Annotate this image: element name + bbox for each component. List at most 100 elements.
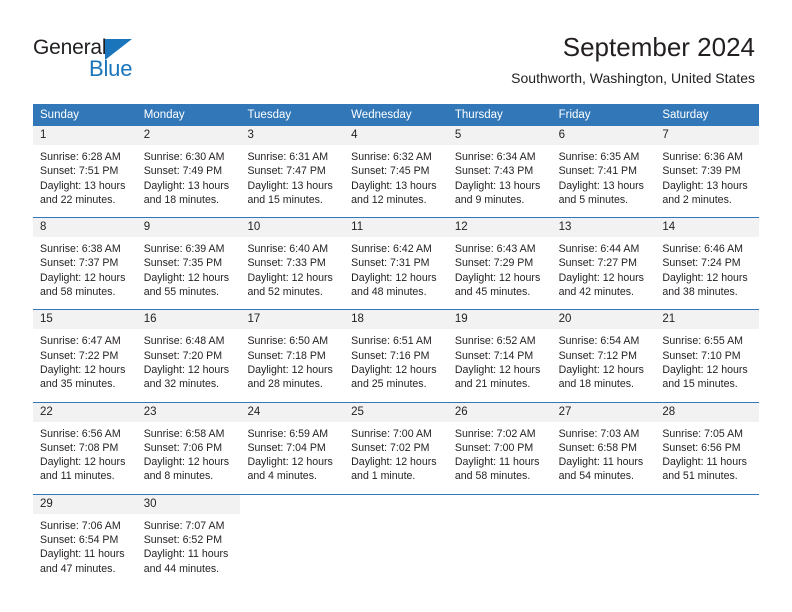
sunset-text: Sunset: 7:06 PM: [143, 441, 223, 454]
daylight-text-line2: and 11 minutes.: [40, 470, 115, 483]
day-cell[interactable]: 8 Sunrise: 6:38 AM Sunset: 7:37 PM Daylight…: [33, 218, 137, 310]
day-details: Sunrise: 7:02 AM Sunset: 7:00 PM Daylight:…: [448, 422, 552, 494]
page-header: General Blue September 2024 Southworth, …: [0, 0, 792, 104]
day-number: 20: [551, 310, 656, 330]
daylight-text-line2: and 58 minutes.: [454, 470, 531, 483]
sunset-text: Sunset: 7:35 PM: [143, 257, 223, 270]
day-number: 5: [447, 126, 552, 145]
day-cell[interactable]: 9 Sunrise: 6:39 AM Sunset: 7:35 PM Daylight…: [136, 218, 241, 310]
sunrise-text: Sunrise: 6:52 AM: [454, 335, 536, 348]
weekday-header-sunday: Sunday: [40, 109, 80, 121]
day-cell[interactable]: 4 Sunrise: 6:32 AM Sunset: 7:45 PM Daylight…: [344, 126, 448, 218]
sunset-text: Sunset: 7:43 PM: [454, 165, 534, 178]
sunrise-text: Sunrise: 6:46 AM: [662, 243, 743, 256]
day-cell[interactable]: 12 Sunrise: 6:43 AM Sunset: 7:29 PM Dayligh…: [447, 218, 552, 310]
day-number: 4: [344, 126, 448, 145]
sunrise-text: Sunrise: 6:54 AM: [558, 335, 640, 348]
day-cell[interactable]: 11 Sunrise: 6:42 AM Sunset: 7:31 PM Dayligh…: [344, 218, 448, 310]
day-cell[interactable]: 1 Sunrise: 6:28 AM Sunset: 7:51 PM Daylight…: [33, 126, 137, 218]
day-details: [552, 514, 656, 577]
day-cell[interactable]: 22 Sunrise: 6:56 AM Sunset: 7:08 PM Dayligh…: [33, 402, 137, 494]
day-details: Sunrise: 7:06 AM Sunset: 6:54 PM Daylight:…: [33, 514, 137, 586]
sunrise-text: Sunrise: 6:35 AM: [558, 151, 640, 163]
sunset-text: Sunset: 7:12 PM: [558, 349, 637, 362]
day-number: [447, 494, 552, 514]
day-number: 25: [344, 402, 448, 422]
day-details: Sunrise: 7:07 AM Sunset: 6:52 PM Daylight:…: [137, 514, 241, 586]
day-cell-empty: [240, 494, 345, 586]
day-details: [448, 514, 552, 577]
daylight-text-line2: and 55 minutes.: [143, 286, 220, 299]
sunset-text: Sunset: 7:51 PM: [40, 165, 119, 178]
day-details: Sunrise: 6:52 AM Sunset: 7:14 PM Daylight:…: [448, 329, 552, 401]
daylight-text-line1: Daylight: 12 hours: [143, 271, 230, 284]
day-number: [240, 494, 345, 514]
sunset-text: Sunset: 6:56 PM: [662, 441, 741, 454]
day-cell[interactable]: 29 Sunrise: 7:06 AM Sunset: 6:54 PM Dayligh…: [33, 494, 137, 586]
day-cell[interactable]: 3 Sunrise: 6:31 AM Sunset: 7:47 PM Daylight…: [240, 126, 345, 218]
daylight-text-line1: Daylight: 11 hours: [662, 456, 747, 469]
day-number: [551, 494, 656, 514]
daylight-text-line2: and 9 minutes.: [454, 193, 525, 206]
daylight-text-line1: Daylight: 13 hours: [454, 179, 541, 192]
daylight-text-line1: Daylight: 13 hours: [143, 179, 230, 192]
day-number: 15: [33, 310, 137, 330]
day-number: 2: [136, 126, 241, 145]
day-cell[interactable]: 21 Sunrise: 6:55 AM Sunset: 7:10 PM Dayligh…: [655, 310, 760, 402]
sunrise-text: Sunrise: 6:42 AM: [351, 243, 432, 256]
sunrise-text: Sunrise: 6:39 AM: [143, 243, 225, 256]
daylight-text-line2: and 42 minutes.: [558, 286, 634, 299]
day-cell[interactable]: 14 Sunrise: 6:46 AM Sunset: 7:24 PM Dayligh…: [655, 218, 760, 310]
day-details: Sunrise: 6:58 AM Sunset: 7:06 PM Daylight:…: [137, 422, 241, 494]
day-cell[interactable]: 28 Sunrise: 7:05 AM Sunset: 6:56 PM Dayligh…: [655, 402, 760, 494]
day-cell[interactable]: 20 Sunrise: 6:54 AM Sunset: 7:12 PM Dayligh…: [551, 310, 656, 402]
day-cell[interactable]: 18 Sunrise: 6:51 AM Sunset: 7:16 PM Dayligh…: [344, 310, 448, 402]
weekday-header-tuesday: Tuesday: [247, 109, 292, 121]
weekday-header-thursday: Thursday: [454, 109, 503, 121]
day-cell[interactable]: 24 Sunrise: 6:59 AM Sunset: 7:04 PM Dayligh…: [240, 402, 345, 494]
day-number: [344, 494, 448, 514]
day-cell[interactable]: 6 Sunrise: 6:35 AM Sunset: 7:41 PM Daylight…: [551, 126, 656, 218]
sunrise-text: Sunrise: 6:59 AM: [247, 427, 329, 440]
day-cell[interactable]: 26 Sunrise: 7:02 AM Sunset: 7:00 PM Dayligh…: [447, 402, 552, 494]
day-cell[interactable]: 27 Sunrise: 7:03 AM Sunset: 6:58 PM Dayligh…: [551, 402, 656, 494]
day-details: Sunrise: 6:51 AM Sunset: 7:16 PM Daylight:…: [344, 329, 448, 401]
general-blue-logo[interactable]: General Blue: [33, 36, 163, 82]
sunset-text: Sunset: 7:20 PM: [143, 349, 223, 362]
daylight-text-line2: and 18 minutes.: [143, 193, 220, 206]
day-cell[interactable]: 13 Sunrise: 6:44 AM Sunset: 7:27 PM Dayligh…: [551, 218, 656, 310]
daylight-text-line1: Daylight: 12 hours: [351, 271, 437, 284]
day-cell[interactable]: 30 Sunrise: 7:07 AM Sunset: 6:52 PM Dayligh…: [136, 494, 241, 586]
day-cell[interactable]: 10 Sunrise: 6:40 AM Sunset: 7:33 PM Dayligh…: [240, 218, 345, 310]
daylight-text-line2: and 4 minutes.: [247, 470, 317, 483]
weekday-header-wednesday: Wednesday: [351, 109, 412, 121]
sunset-text: Sunset: 7:41 PM: [558, 165, 637, 178]
day-cell[interactable]: 5 Sunrise: 6:34 AM Sunset: 7:43 PM Daylight…: [447, 126, 552, 218]
daylight-text-line1: Daylight: 12 hours: [40, 271, 126, 284]
sunset-text: Sunset: 7:37 PM: [40, 257, 119, 270]
day-cell[interactable]: 16 Sunrise: 6:48 AM Sunset: 7:20 PM Dayligh…: [136, 310, 241, 402]
day-number: 28: [655, 402, 760, 422]
sunset-text: Sunset: 7:49 PM: [143, 165, 223, 178]
day-cell-empty: [551, 494, 656, 586]
daylight-text-line1: Daylight: 12 hours: [247, 271, 333, 284]
day-cell[interactable]: 25 Sunrise: 7:00 AM Sunset: 7:02 PM Dayligh…: [344, 402, 448, 494]
day-number: 23: [136, 402, 241, 422]
daylight-text-line1: Daylight: 13 hours: [662, 179, 748, 192]
daylight-text-line2: and 45 minutes.: [454, 286, 531, 299]
day-cell[interactable]: 23 Sunrise: 6:58 AM Sunset: 7:06 PM Dayligh…: [136, 402, 241, 494]
day-cell[interactable]: 17 Sunrise: 6:50 AM Sunset: 7:18 PM Dayligh…: [240, 310, 345, 402]
title-block: September 2024 Southworth, Washington, U…: [511, 32, 755, 87]
day-cell[interactable]: 7 Sunrise: 6:36 AM Sunset: 7:39 PM Daylight…: [655, 126, 760, 218]
day-number: 1: [33, 126, 137, 145]
daylight-text-line2: and 48 minutes.: [351, 286, 427, 299]
day-cell[interactable]: 2 Sunrise: 6:30 AM Sunset: 7:49 PM Daylight…: [136, 126, 241, 218]
day-details: [655, 514, 759, 577]
day-cell[interactable]: 15 Sunrise: 6:47 AM Sunset: 7:22 PM Dayligh…: [33, 310, 137, 402]
daylight-text-line2: and 15 minutes.: [247, 193, 323, 206]
day-cell[interactable]: 19 Sunrise: 6:52 AM Sunset: 7:14 PM Dayligh…: [447, 310, 552, 402]
day-details: Sunrise: 6:36 AM Sunset: 7:39 PM Daylight:…: [655, 145, 759, 217]
day-details: Sunrise: 6:56 AM Sunset: 7:08 PM Daylight:…: [33, 422, 137, 494]
sunrise-text: Sunrise: 6:58 AM: [143, 427, 225, 440]
sunset-text: Sunset: 7:18 PM: [247, 349, 326, 362]
